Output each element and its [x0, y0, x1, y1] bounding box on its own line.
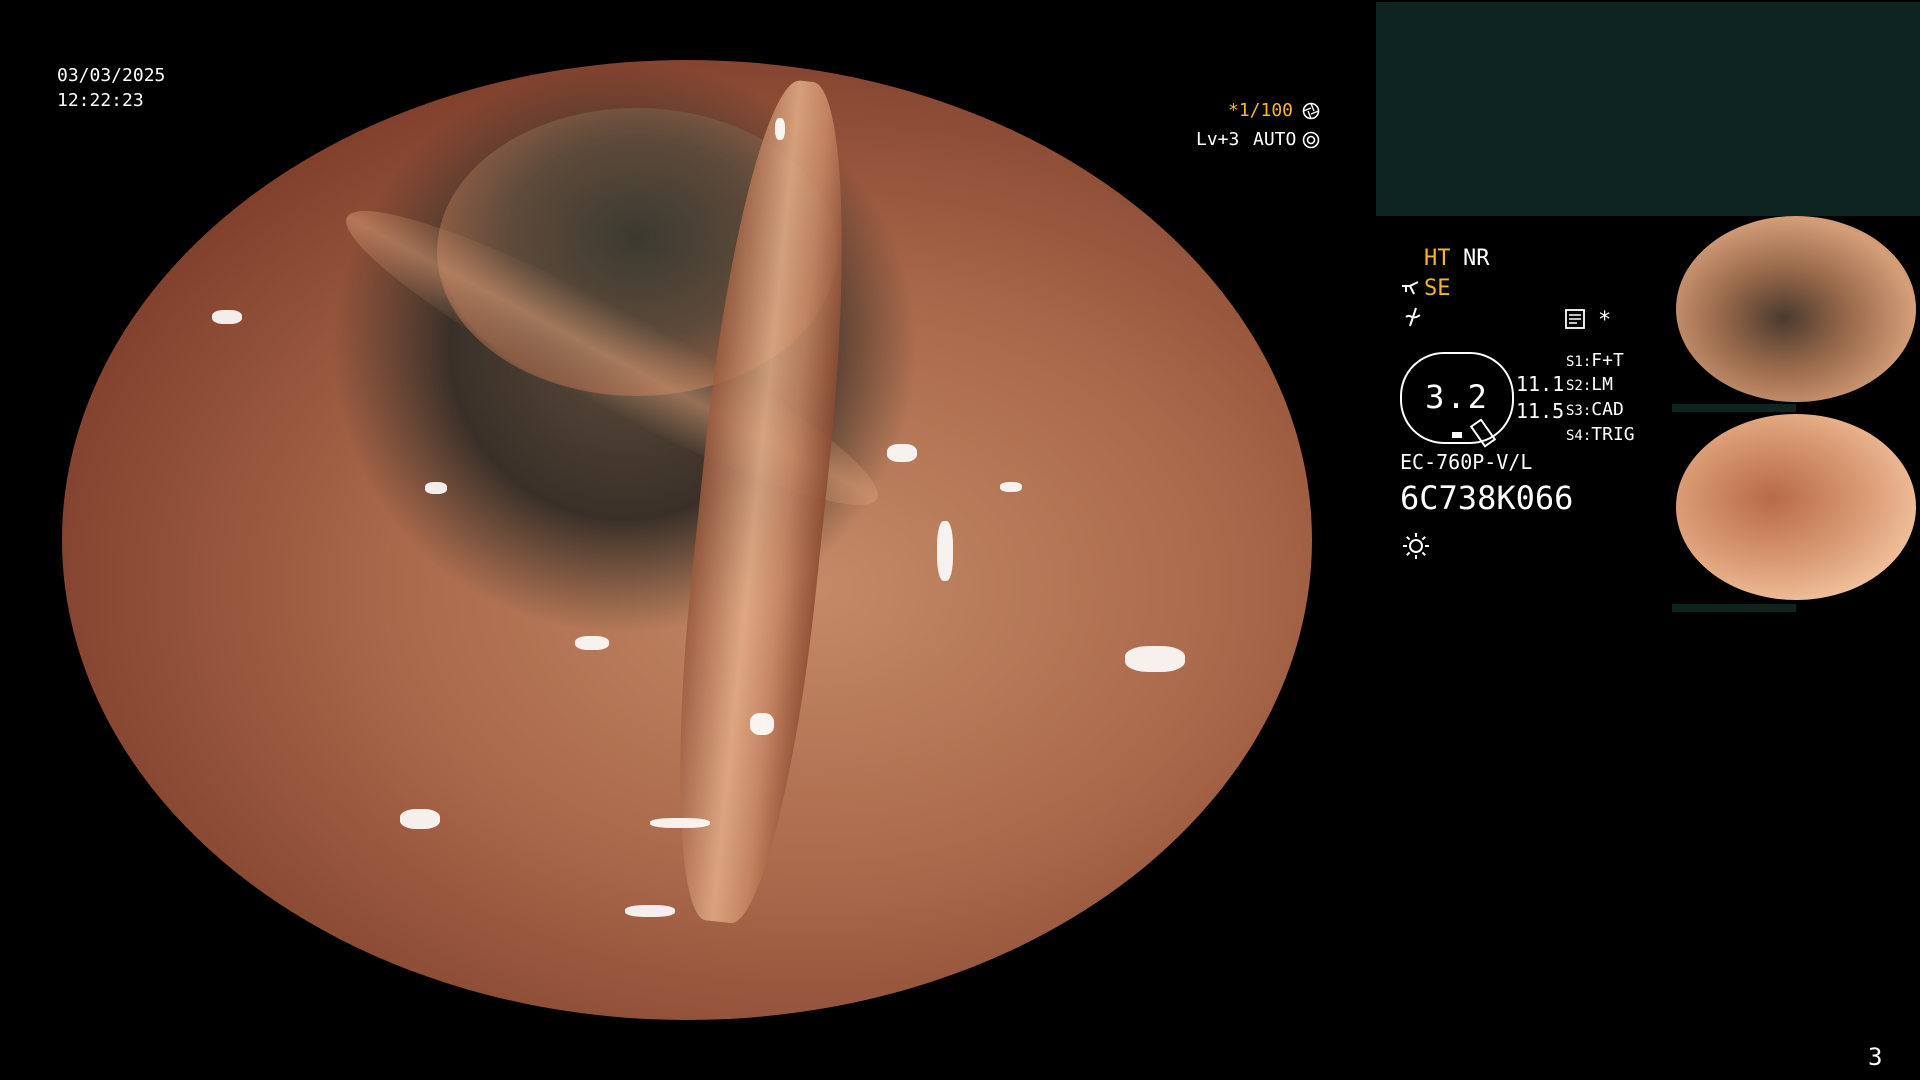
specular-highlight — [1124, 645, 1185, 672]
captured-thumbnail[interactable] — [1676, 216, 1916, 402]
page-number: 3 — [1868, 1043, 1883, 1071]
shutter-speed: *1/100 — [1228, 100, 1294, 121]
specular-highlight — [887, 444, 917, 462]
specular-highlight — [424, 482, 447, 495]
slot-key: S2: — [1566, 378, 1592, 394]
thumbnail-strip — [1672, 214, 1920, 614]
slot-label: CAD — [1591, 399, 1624, 420]
endoscope-view — [62, 60, 1312, 1020]
specular-highlight — [774, 117, 785, 140]
specular-highlight — [749, 712, 774, 735]
magnification-marker — [1452, 432, 1462, 438]
camera-auto-icon — [1302, 131, 1320, 153]
scope-serial: 6C738K066 — [1400, 479, 1574, 517]
date-label: 03/03/2025 — [57, 65, 166, 86]
se-label: SE — [1424, 276, 1451, 301]
info-panel — [1376, 2, 1920, 216]
setting-value-2: 11.5 — [1516, 399, 1565, 423]
aperture-icon — [1302, 102, 1320, 124]
scope-model: EC-760P-V/L — [1400, 450, 1533, 474]
exposure-level: Lv+3 — [1196, 129, 1240, 150]
thumbnail-bar — [1672, 604, 1796, 612]
specular-highlight — [212, 309, 242, 324]
time-label: 12:22:23 — [57, 90, 144, 111]
light-icon — [1401, 531, 1431, 565]
ht-label: HT — [1424, 246, 1451, 271]
freeze-icon — [1402, 306, 1424, 332]
magnification-value: 3.2 — [1425, 378, 1489, 416]
slot-label: TRIG — [1591, 424, 1635, 445]
scope-icon — [1400, 278, 1426, 304]
captured-thumbnail[interactable] — [1676, 414, 1916, 600]
slot-item: S4:TRIG — [1566, 423, 1635, 448]
magnification-box: 3.2 — [1400, 352, 1514, 448]
slot-label: F+T — [1591, 350, 1624, 371]
slot-key: S4: — [1566, 428, 1592, 444]
slot-key: S3: — [1566, 403, 1592, 419]
slot-item: S1:F+T — [1566, 349, 1624, 374]
specular-highlight — [999, 482, 1022, 493]
specular-highlight — [649, 818, 710, 829]
slot-item: S3:CAD — [1566, 398, 1624, 423]
slot-key: S1: — [1566, 354, 1592, 370]
setting-value-1: 11.1 — [1516, 372, 1565, 396]
asterisk-mark: * — [1598, 308, 1612, 333]
memo-icon — [1564, 308, 1586, 334]
pencil-icon — [1469, 418, 1497, 448]
specular-highlight — [399, 808, 440, 829]
specular-highlight — [937, 520, 953, 581]
slot-label: LM — [1591, 374, 1613, 395]
specular-highlight — [574, 636, 609, 650]
exposure-mode: AUTO — [1253, 129, 1297, 150]
thumbnail-bar — [1672, 404, 1796, 412]
nr-label: NR — [1463, 246, 1490, 271]
specular-highlight — [212, 156, 226, 196]
slot-item: S2:LM — [1566, 373, 1613, 398]
specular-highlight — [624, 904, 675, 917]
